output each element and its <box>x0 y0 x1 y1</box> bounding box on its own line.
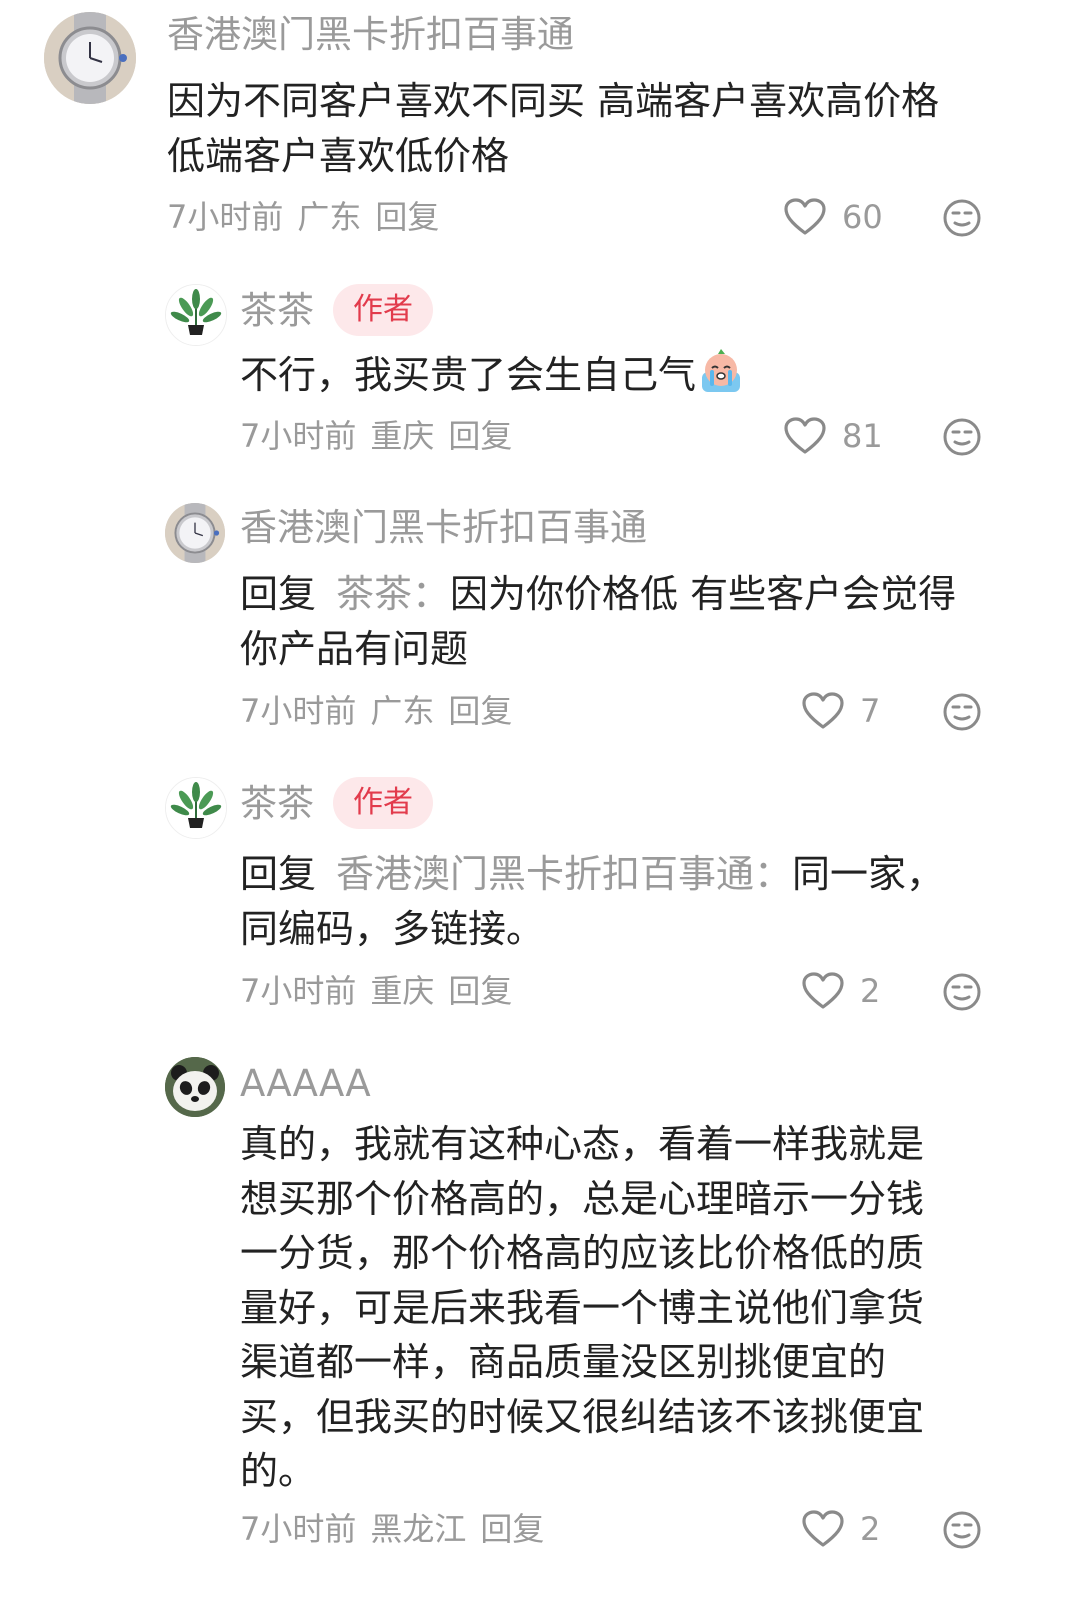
reply-button[interactable]: 回复 <box>375 198 439 236</box>
comment-meta: 7小时前 黑龙江 回复 <box>240 1509 558 1549</box>
comment-location: 重庆 <box>370 417 435 455</box>
user-avatar-panda[interactable] <box>165 1057 225 1117</box>
like-count: 81 <box>842 417 883 455</box>
dislike-button[interactable] <box>942 972 982 1016</box>
comment-text-line: 回复 茶茶：因为你价格低 有些客户会觉得 <box>240 567 1040 622</box>
comment-text: 回复 香港澳门黑卡折扣百事通：同一家， 同编码，多链接。 <box>240 847 1040 957</box>
comment-author-name[interactable]: AAAAA <box>240 1061 371 1107</box>
comment-text-line: 量好，可是后来我看一个博主说他们拿货 <box>240 1285 925 1330</box>
heart-outline-icon <box>784 198 826 235</box>
comment-meta: 7小时前 重庆 回复 <box>240 416 526 456</box>
neutral-face-icon <box>943 1511 981 1549</box>
comment-text-line: 因为不同客户喜欢不同买 高端客户喜欢高价格 <box>167 79 940 123</box>
reply-target-name[interactable]: 茶茶： <box>336 572 450 616</box>
comment-text: 真的，我就有这种心态，看着一样我就是 想买那个价格高的，总是心理暗示一分钱 一分… <box>240 1117 1060 1499</box>
comment-author-name[interactable]: 茶茶 <box>240 781 314 827</box>
user-avatar-plant[interactable] <box>165 777 227 839</box>
comment-author-name[interactable]: 香港澳门黑卡折扣百事通 <box>167 12 574 58</box>
user-avatar-watch[interactable] <box>165 503 225 563</box>
like-count: 2 <box>860 972 881 1010</box>
heart-outline-icon <box>802 692 844 729</box>
reply-button[interactable]: 回复 <box>480 1510 544 1548</box>
reply-button[interactable]: 回复 <box>448 972 512 1010</box>
watch-avatar-icon <box>44 12 136 104</box>
comment-time: 7小时前 <box>240 972 357 1010</box>
comment-location: 重庆 <box>370 972 435 1010</box>
comment-meta: 7小时前 重庆 回复 <box>240 971 526 1011</box>
like-count: 7 <box>860 692 881 730</box>
neutral-face-icon <box>943 973 981 1011</box>
comment-author-name[interactable]: 茶茶 <box>240 288 314 334</box>
comment-text-line: 低端客户喜欢低价格 <box>167 134 510 178</box>
comment-time: 7小时前 <box>240 1510 357 1548</box>
dislike-button[interactable] <box>942 198 982 242</box>
comment-text-line: 渠道都一样，商品质量没区别挑便宜的 <box>240 1340 887 1384</box>
comment-meta: 7小时前 广东 回复 <box>167 197 453 237</box>
comment-author-name[interactable]: 香港澳门黑卡折扣百事通 <box>240 505 647 551</box>
user-avatar-plant[interactable] <box>165 284 227 346</box>
comment-text: 因为不同客户喜欢不同买 高端客户喜欢高价格 低端客户喜欢低价格 <box>167 74 1047 184</box>
comment-text-line: 不行，我买贵了会生自己气 <box>240 353 697 397</box>
like-button[interactable]: 2 <box>802 971 880 1011</box>
heart-outline-icon <box>802 1510 844 1547</box>
neutral-face-icon <box>943 693 981 731</box>
comment-text-line: 你产品有问题 <box>240 627 469 671</box>
like-button[interactable]: 60 <box>784 197 883 237</box>
reply-button[interactable]: 回复 <box>448 692 512 730</box>
reply-text: 因为你价格低 有些客户会觉得 <box>450 572 957 616</box>
watch-avatar-icon <box>165 503 225 563</box>
comment-meta: 7小时前 广东 回复 <box>240 691 526 731</box>
panda-avatar-icon <box>165 1057 225 1117</box>
comment-2: 茶茶 作者 不行，我买贵了会生自己气 7小时前 重庆 回复 81 <box>0 260 1080 475</box>
comment-text: 回复 茶茶：因为你价格低 有些客户会觉得 你产品有问题 <box>240 567 1040 677</box>
dislike-button[interactable] <box>942 1510 982 1554</box>
comment-text-line: 想买那个价格高的，总是心理暗示一分钱 <box>240 1176 925 1221</box>
comment-text-line: 买，但我买的时候又很纠结该不该挑便宜 <box>240 1394 925 1439</box>
reply-button[interactable]: 回复 <box>448 417 512 455</box>
comment-location: 广东 <box>297 198 362 236</box>
comment-time: 7小时前 <box>167 198 284 236</box>
comment-text-line: 的。 <box>240 1449 317 1493</box>
reply-text: 同一家， <box>792 852 945 896</box>
comment-3: 香港澳门黑卡折扣百事通 回复 茶茶：因为你价格低 有些客户会觉得 你产品有问题 7… <box>0 475 1080 755</box>
comment-text-line: 一分货，那个价格高的应该比价格低的质 <box>240 1231 925 1275</box>
neutral-face-icon <box>943 418 981 456</box>
comment-text-line: 同编码，多链接。 <box>240 907 545 951</box>
comment-location: 黑龙江 <box>370 1510 467 1548</box>
comment-text: 不行，我买贵了会生自己气 <box>240 348 1040 403</box>
author-badge: 作者 <box>333 777 433 829</box>
comment-text-line: 回复 香港澳门黑卡折扣百事通：同一家， <box>240 847 1040 902</box>
crying-face-emoji <box>702 349 741 392</box>
author-badge: 作者 <box>333 284 433 336</box>
comment-time: 7小时前 <box>240 692 357 730</box>
like-button[interactable]: 7 <box>802 691 880 731</box>
comment-location: 广东 <box>370 692 435 730</box>
comment-5: AAAAA 真的，我就有这种心态，看着一样我就是 想买那个价格高的，总是心理暗示… <box>0 1035 1080 1621</box>
user-avatar-watch[interactable] <box>44 12 136 104</box>
comment-1: 香港澳门黑卡折扣百事通 因为不同客户喜欢不同买 高端客户喜欢高价格 低端客户喜欢… <box>0 0 1080 260</box>
neutral-face-icon <box>943 199 981 237</box>
like-button[interactable]: 2 <box>802 1509 880 1549</box>
plant-avatar-icon <box>166 778 226 838</box>
comment-4: 茶茶 作者 回复 香港澳门黑卡折扣百事通：同一家， 同编码，多链接。 7小时前 重庆… <box>0 755 1080 1035</box>
comment-time: 7小时前 <box>240 417 357 455</box>
plant-avatar-icon <box>166 285 226 345</box>
like-count: 2 <box>860 1510 881 1548</box>
dislike-button[interactable] <box>942 417 982 461</box>
comment-text-line: 真的，我就有这种心态，看着一样我就是 <box>240 1122 925 1166</box>
dislike-button[interactable] <box>942 692 982 736</box>
heart-outline-icon <box>784 417 826 454</box>
reply-prefix: 回复 <box>240 572 317 616</box>
heart-outline-icon <box>802 972 844 1009</box>
like-button[interactable]: 81 <box>784 416 883 456</box>
like-count: 60 <box>842 198 883 236</box>
reply-prefix: 回复 <box>240 852 317 896</box>
reply-target-name[interactable]: 香港澳门黑卡折扣百事通： <box>336 852 792 896</box>
